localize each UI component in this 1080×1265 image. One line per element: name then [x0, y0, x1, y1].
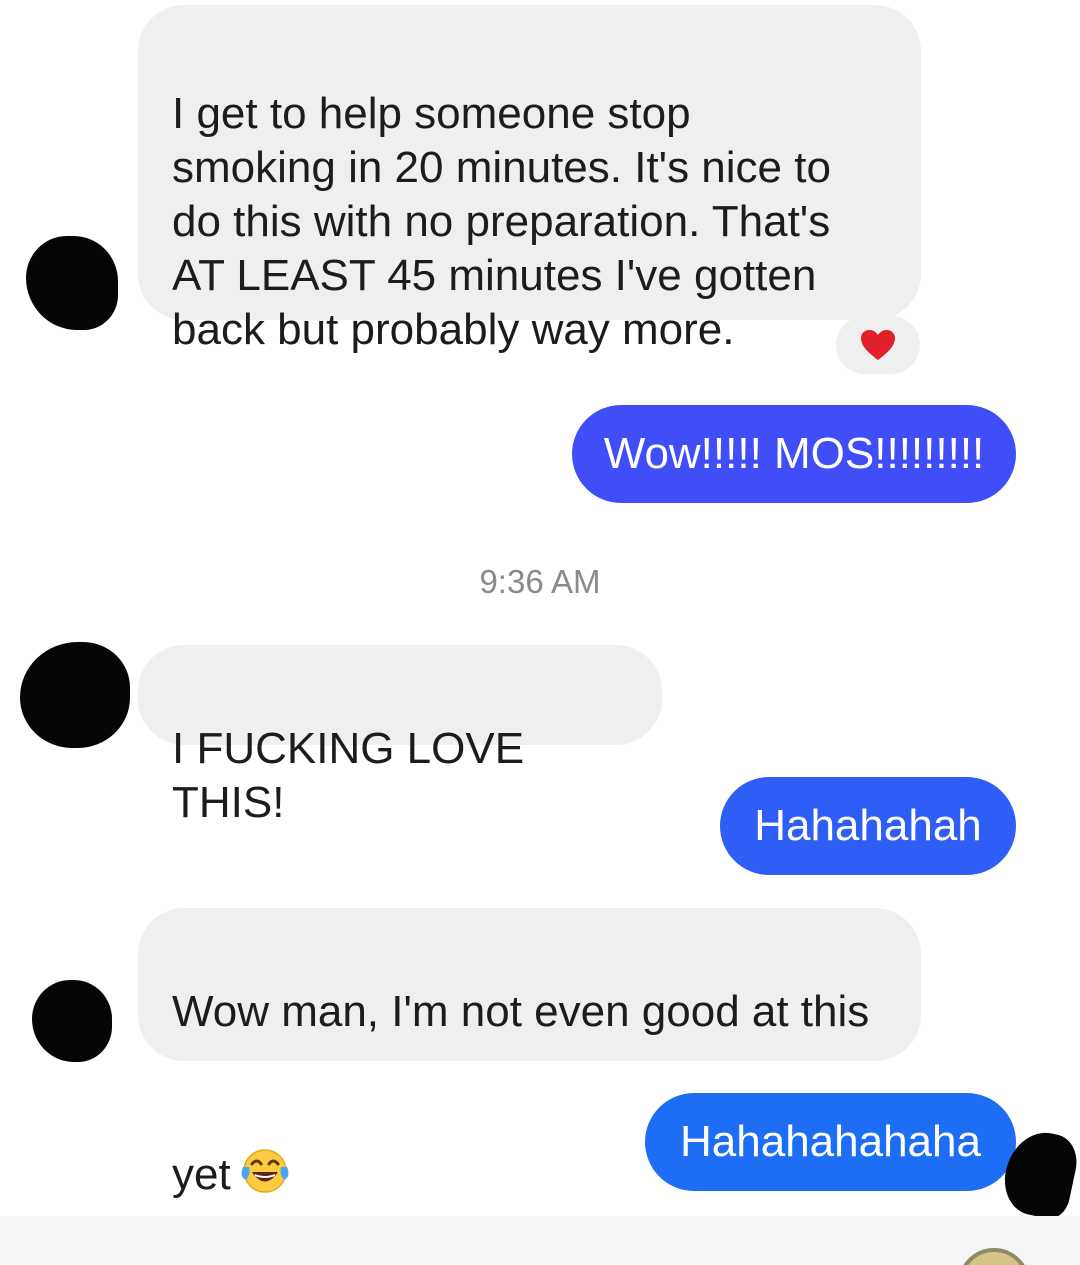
face-with-tears-of-joy-icon: [239, 1147, 291, 1208]
message-composer: [0, 1216, 1080, 1265]
message-text: yet: [172, 1150, 231, 1199]
message-text: Wow!!!!! MOS!!!!!!!!!: [603, 429, 985, 478]
like-button[interactable]: [958, 1248, 1030, 1265]
message-bubble-outgoing[interactable]: Hahahahahaha: [645, 1093, 1016, 1191]
message-bubble-outgoing[interactable]: Hahahahah: [720, 777, 1016, 875]
message-text: Hahahahahaha: [680, 1117, 981, 1166]
message-bubble-incoming[interactable]: I get to help someone stop smoking in 20…: [138, 5, 921, 354]
message-bubble-incoming[interactable]: I FUCKING LOVE THIS!: [138, 645, 662, 827]
message-text: Hahahahah: [754, 801, 982, 850]
message-text: I FUCKING LOVE THIS!: [172, 724, 525, 827]
message-reaction[interactable]: [836, 316, 920, 374]
message-text-line: Wow man, I'm not even good at this: [172, 987, 870, 1036]
heart-icon: [861, 330, 895, 360]
contact-avatar[interactable]: [26, 236, 118, 330]
message-timestamp: 9:36 AM: [479, 563, 601, 600]
message-text: I get to help someone stop smoking in 20…: [172, 89, 831, 354]
message-bubble-outgoing[interactable]: Wow!!!!! MOS!!!!!!!!!: [572, 405, 1016, 503]
contact-avatar[interactable]: [20, 642, 130, 748]
contact-avatar[interactable]: [32, 980, 112, 1062]
message-bubble-incoming[interactable]: Wow man, I'm not even good at this yet: [138, 908, 921, 1199]
chat-thread: I get to help someone stop smoking in 20…: [0, 0, 1080, 1265]
